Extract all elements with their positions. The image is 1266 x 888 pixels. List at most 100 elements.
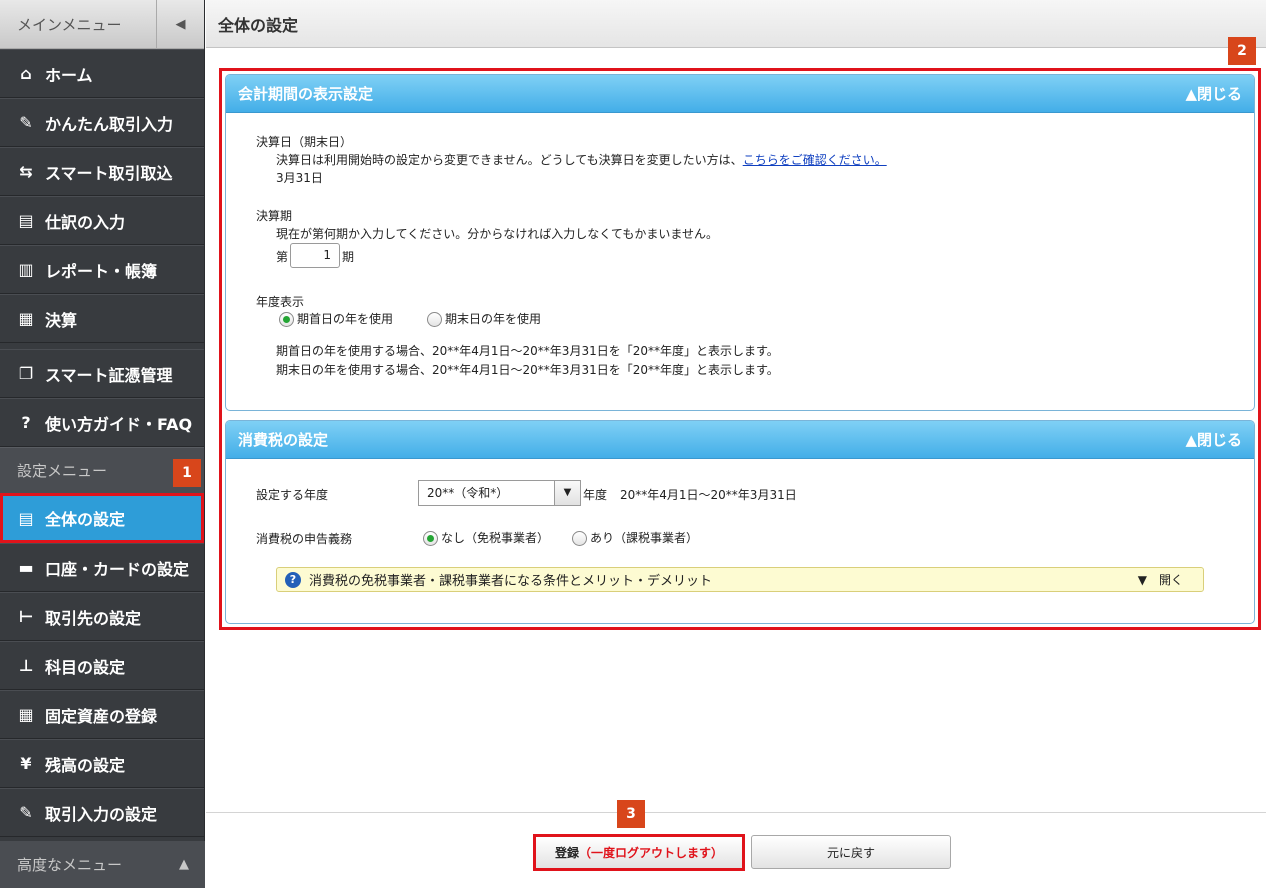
closing-date-link[interactable]: こちらをご確認ください。 [743, 153, 887, 167]
tax-year-label: 設定する年度 [256, 488, 329, 502]
register-button-label: 登録 [554, 846, 579, 860]
radio-year-start-label: 期首日の年を使用 [297, 312, 394, 326]
settings-nav-item[interactable]: ▦ 固定資産の登録 [0, 690, 204, 739]
fiscal-period-note: 現在が第何期か入力してください。分からなければ入力しなくてもかまいません。 [276, 227, 718, 241]
main-nav-item[interactable]: ? 使い方ガイド・FAQ [0, 398, 204, 447]
settings-list-icon: ▤ [18, 508, 34, 528]
year-display-note-2: 期末日の年を使用する場合、20**年4月1日～20**年3月31日を「20**年… [276, 363, 779, 377]
main-nav-item-label: ホーム [45, 65, 93, 85]
year-display-note-1: 期首日の年を使用する場合、20**年4月1日～20**年3月31日を「20**年… [276, 344, 779, 358]
radio-year-end-label: 期末日の年を使用 [445, 312, 542, 326]
main-nav-item-label: レポート・帳簿 [45, 261, 158, 281]
settings-nav-item-label: 全体の設定 [45, 510, 126, 529]
journal-icon: ▤ [18, 211, 34, 230]
chevron-up-icon: ▲ [179, 857, 189, 872]
chart-icon: ▥ [18, 260, 34, 279]
main-nav-item-label: スマート証憑管理 [45, 365, 173, 385]
register-button[interactable]: 登録 （一度ログアウトします） [533, 834, 745, 871]
main-nav-item-label: スマート取引取込 [45, 163, 173, 183]
settings-nav-item-label: 残高の設定 [45, 755, 126, 775]
question-icon: ? [285, 571, 301, 588]
tax-year-range: 20**年4月1日～20**年3月31日 [620, 488, 797, 502]
period-prefix: 第 [276, 250, 289, 264]
tax-info-expander[interactable]: ? 消費税の免税事業者・課税事業者になる条件とメリット・デメリット ▼ 開く [276, 567, 1204, 592]
yen-icon: ¥ [20, 754, 32, 773]
settings-nav-item-label: 口座・カードの設定 [45, 559, 190, 579]
building-icon: ▦ [18, 705, 34, 724]
closing-date-label: 決算日（期末日） [256, 135, 353, 149]
settings-nav-item[interactable]: ¥ 残高の設定 [0, 739, 204, 788]
closing-date-note: 決算日は利用開始時の設定から変更できません。どうしても決算日を変更したい方は、こ… [276, 151, 887, 168]
closing-date-note-text: 決算日は利用開始時の設定から変更できません。どうしても決算日を変更したい方は、 [276, 153, 743, 167]
settings-nav-item-label: 取引先の設定 [45, 608, 142, 628]
radio-tax-yes-label: あり（課税事業者） [590, 531, 699, 545]
partner-icon: ⊢ [18, 607, 34, 626]
main-nav-item[interactable]: ▤ 仕訳の入力 [0, 196, 204, 245]
settings-nav: ▤ 全体の設定 ▬ 口座・カードの設定 ⊢ 取引先の設定 ⊥ 科目の設定 ▦ 固定資産の登録 ¥ 残高… [0, 493, 204, 837]
main-nav-item[interactable]: ▦ 決算 [0, 294, 204, 343]
card-icon: ▬ [18, 558, 34, 577]
callout-badge-1: 1 [173, 459, 201, 487]
main-nav-item[interactable]: ✎ かんたん取引入力 [0, 98, 204, 147]
fiscal-period-input[interactable]: 1 [290, 243, 340, 268]
settings-nav-item[interactable]: ⊢ 取引先の設定 [0, 592, 204, 641]
page-title: 全体の設定 [218, 15, 299, 35]
main-nav-item[interactable]: ⇆ スマート取引取込 [0, 147, 204, 196]
settings-nav-item-label: 固定資産の登録 [45, 706, 158, 726]
edit-settings-icon: ✎ [19, 803, 33, 822]
main-nav-item-label: 使い方ガイド・FAQ [45, 414, 193, 434]
radio-year-start-button[interactable] [279, 312, 294, 327]
accounting-panel-title: 会計期間の表示設定 [238, 85, 374, 103]
settings-nav-item-label: 科目の設定 [45, 657, 126, 677]
main-nav-item-label: 決算 [45, 310, 78, 330]
page-header: 全体の設定 [206, 0, 1266, 48]
radio-year-start[interactable]: 期首日の年を使用 [279, 310, 393, 327]
accounting-panel-close-button[interactable]: ▲閉じる [1185, 83, 1242, 104]
register-button-note: （一度ログアウトします） [579, 846, 724, 860]
callout-badge-3: 3 [617, 800, 645, 828]
tax-year-select-value: 20**（令和*） [427, 486, 509, 500]
sidebar: メインメニュー ◀ ⌂ ホーム ✎ かんたん取引入力 ⇆ スマート取引取込 ▤ 仕訳の入力 ▥ レ… [0, 0, 205, 888]
closing-date-value: 3月31日 [276, 171, 323, 185]
pencil-icon: ✎ [19, 113, 33, 132]
period-suffix: 期 [342, 250, 355, 264]
settings-nav-item[interactable]: ⊥ 科目の設定 [0, 641, 204, 690]
main-nav-item[interactable]: ▥ レポート・帳簿 [0, 245, 204, 294]
settings-nav-item[interactable]: ✎ 取引入力の設定 [0, 788, 204, 837]
document-icon: ❐ [18, 364, 34, 383]
main-menu-header: メインメニュー ◀ [0, 0, 204, 49]
callout-badge-2: 2 [1228, 37, 1256, 65]
radio-tax-yes-button[interactable] [572, 531, 587, 546]
reset-button[interactable]: 元に戻す [751, 835, 951, 869]
main-nav-item[interactable]: ❐ スマート証憑管理 [0, 349, 204, 398]
radio-tax-none-label: なし（免税事業者） [441, 531, 550, 545]
radio-tax-none[interactable]: なし（免税事業者） [423, 529, 549, 546]
radio-tax-none-button[interactable] [423, 531, 438, 546]
tax-year-select[interactable]: 20**（令和*） ▼ [418, 480, 581, 506]
calculator-icon: ▦ [18, 309, 34, 328]
radio-year-end-button[interactable] [427, 312, 442, 327]
radio-tax-yes[interactable]: あり（課税事業者） [572, 529, 698, 546]
fiscal-period-label: 決算期 [256, 209, 293, 223]
radio-year-end[interactable]: 期末日の年を使用 [427, 310, 541, 327]
settings-nav-item[interactable]: ▤ 全体の設定 [0, 493, 204, 543]
main-nav: ⌂ ホーム ✎ かんたん取引入力 ⇆ スマート取引取込 ▤ 仕訳の入力 ▥ レポート・帳簿 ▦ 決算 ❐… [0, 49, 204, 447]
tax-info-open-button[interactable]: ▼ 開く [1138, 571, 1183, 588]
accounting-panel-header: 会計期間の表示設定 ▲閉じる [226, 75, 1254, 113]
year-display-label: 年度表示 [256, 295, 305, 309]
advanced-menu-toggle[interactable]: 高度なメニュー ▲ [0, 841, 205, 888]
tax-year-suffix: 年度 [583, 488, 608, 502]
tree-icon: ⊥ [18, 656, 34, 675]
tax-panel-header: 消費税の設定 ▲閉じる [226, 421, 1254, 459]
tax-panel-title: 消費税の設定 [238, 431, 329, 449]
main-nav-item[interactable]: ⌂ ホーム [0, 49, 204, 98]
help-icon: ? [21, 413, 31, 432]
main-nav-item-label: 仕訳の入力 [45, 212, 126, 232]
home-icon: ⌂ [20, 64, 32, 83]
chevron-down-icon: ▼ [554, 481, 580, 505]
settings-nav-item-label: 取引入力の設定 [45, 804, 158, 824]
collapse-menu-icon[interactable]: ◀ [156, 0, 204, 49]
tax-panel-close-button[interactable]: ▲閉じる [1185, 429, 1242, 450]
settings-nav-item[interactable]: ▬ 口座・カードの設定 [0, 543, 204, 592]
consumption-tax-panel: 消費税の設定 ▲閉じる [225, 420, 1255, 624]
